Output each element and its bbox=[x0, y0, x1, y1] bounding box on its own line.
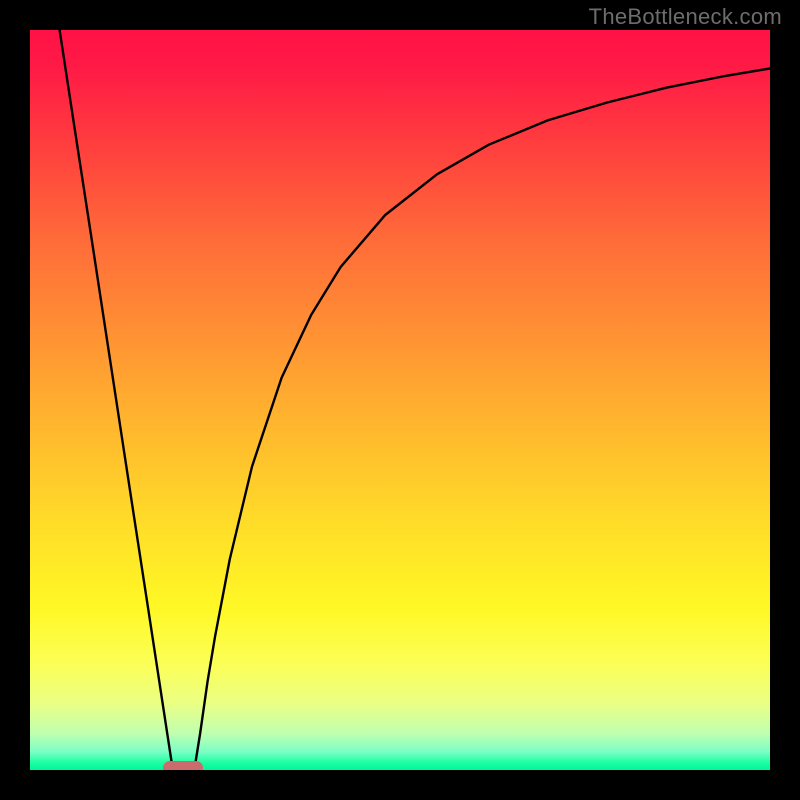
chart-frame: TheBottleneck.com bbox=[0, 0, 800, 800]
watermark-text: TheBottleneck.com bbox=[589, 4, 782, 30]
curve-right-branch bbox=[194, 68, 770, 770]
plot-area bbox=[30, 30, 770, 770]
bottleneck-marker bbox=[163, 761, 203, 770]
curve-left-branch bbox=[60, 30, 173, 770]
curve-layer bbox=[30, 30, 770, 770]
